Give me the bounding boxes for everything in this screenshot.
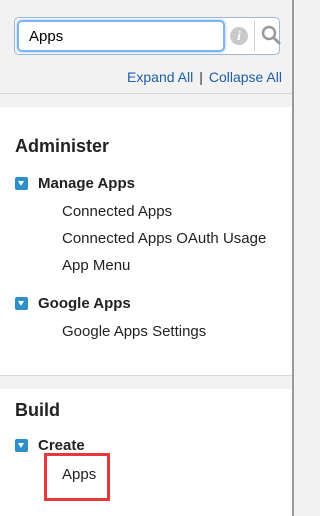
collapse-all-link[interactable]: Collapse All (209, 69, 282, 85)
nav-item-google-apps-settings[interactable]: Google Apps Settings (62, 323, 206, 340)
info-icon[interactable]: i (230, 27, 248, 45)
group-label[interactable]: Manage Apps (38, 175, 135, 192)
nav-item-connected-apps[interactable]: Connected Apps (62, 203, 172, 220)
search-box: i (14, 17, 282, 55)
section-title-build: Build (15, 400, 60, 420)
link-separator: | (199, 69, 203, 85)
group-create[interactable]: Create (15, 437, 85, 454)
highlight-box (44, 453, 110, 501)
collapse-triangle-icon[interactable] (15, 439, 28, 452)
group-label[interactable]: Google Apps (38, 295, 131, 312)
group-google-apps[interactable]: Google Apps (15, 295, 131, 312)
collapse-triangle-icon[interactable] (15, 177, 28, 190)
nav-item-app-menu[interactable]: App Menu (62, 257, 130, 274)
group-label[interactable]: Create (38, 437, 85, 454)
divider (0, 93, 292, 94)
expand-collapse-links: Expand All | Collapse All (127, 69, 282, 85)
expand-all-link[interactable]: Expand All (127, 69, 193, 85)
section-title-administer: Administer (15, 136, 110, 156)
divider (0, 375, 292, 376)
collapse-triangle-icon[interactable] (15, 297, 28, 310)
search-input[interactable] (17, 20, 225, 52)
scroll-edge (292, 0, 294, 516)
search-divider (254, 21, 255, 51)
search-area: i Expand All | Collapse All (0, 0, 292, 93)
search-icon[interactable] (260, 24, 282, 46)
group-manage-apps[interactable]: Manage Apps (15, 175, 135, 192)
administer-section: Administer Manage Apps Connected Apps Co… (0, 107, 292, 375)
nav-item-connected-apps-oauth-usage[interactable]: Connected Apps OAuth Usage (62, 230, 266, 247)
